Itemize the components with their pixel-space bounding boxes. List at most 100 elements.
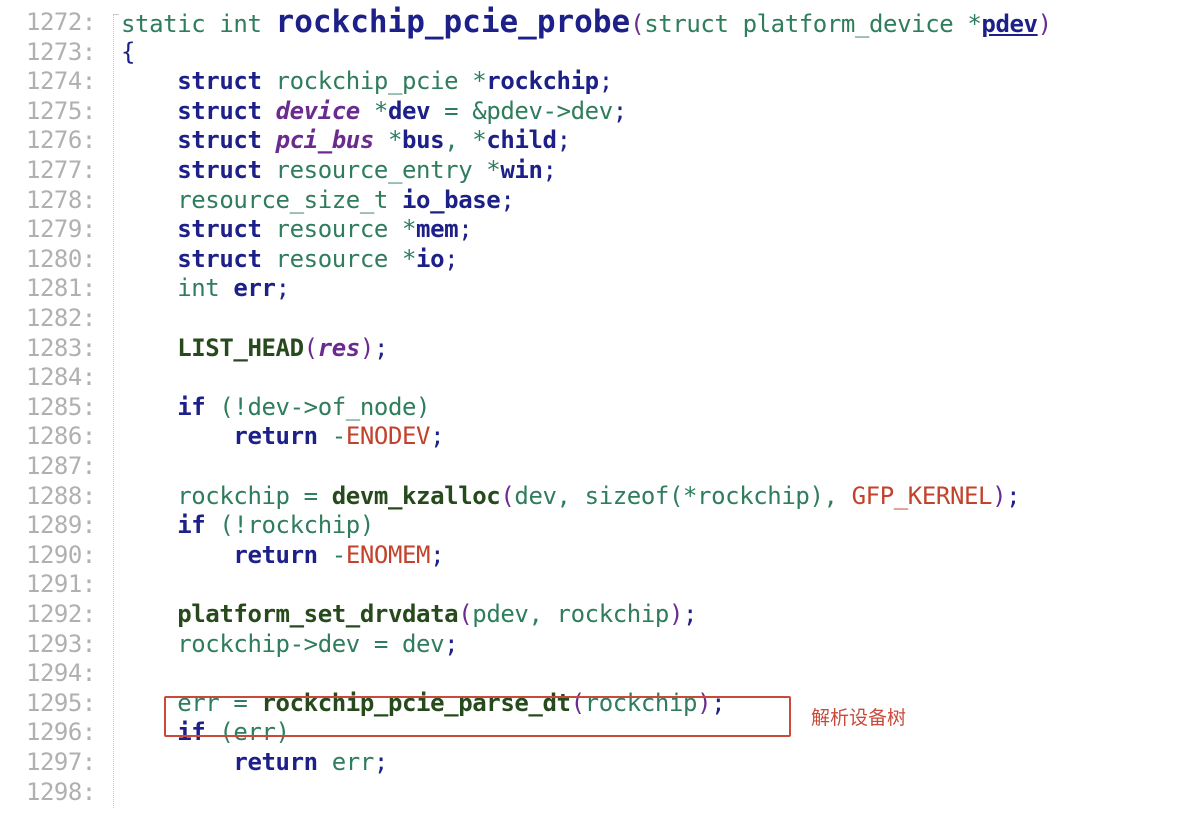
code-token: int [177,274,234,303]
line-number: 1279: [26,215,96,244]
code-token: { [121,37,136,66]
code-token: ; [458,215,473,244]
code-token: dev [387,96,431,125]
code-token: io [416,244,445,273]
code-token: ( [458,600,473,628]
code-token: * [373,126,403,155]
line-number: 1288: [26,481,96,510]
code-text: LIST_HEAD(res); [121,334,388,364]
code-token: - [317,540,346,569]
line-number: 1290: [26,540,96,569]
code-token: , * [444,126,487,155]
code-token: struct [177,67,262,96]
line-number: 1297: [26,748,96,776]
code-token: device [275,96,361,125]
code-token: (!dev->of_node) [205,392,431,421]
code-token: rockchip = [177,481,332,510]
code-token: rockchip->dev = dev [177,629,445,658]
code-token: ENODEV [345,422,431,451]
code-token: ; [598,67,613,96]
code-token: pci_bus [275,126,375,155]
code-token: pdev [981,10,1038,38]
line-number: 1272: [26,8,96,36]
code-token: resource * [261,215,417,244]
code-token: ; [556,126,571,155]
code-token: = &pdev->dev [430,96,613,125]
line-number: 1293: [26,629,96,658]
code-token: win [500,156,543,184]
code-text: rockchip = devm_kzalloc(dev, sizeof(*roc… [121,482,1020,512]
code-text: struct resource *io; [121,245,458,275]
line-number: 1285: [26,392,96,421]
code-token: ( [630,10,645,38]
line-number: 1280: [26,244,96,273]
code-token: ; [542,156,557,184]
code-text: if (!rockchip) [121,511,374,541]
line-number: 1283: [26,333,96,362]
line-number: 1282: [26,304,96,332]
code-text: return err; [121,748,388,778]
line-number: 1286: [26,422,96,451]
code-token: bus [402,126,445,155]
code-token: struct [177,215,262,244]
fold-guide-tick [113,14,119,15]
code-token: resource * [261,244,417,273]
line-number: 1273: [26,37,96,66]
code-token: ; [683,600,698,628]
annotation-note: 解析设备树 [811,707,907,729]
code-token: ; [430,540,445,569]
code-token: ; [373,333,388,362]
code-text: struct pci_bus *bus, *child; [121,126,571,156]
code-token: return [233,540,318,569]
code-token: return [233,422,318,451]
code-token: static int [121,10,276,38]
code-token: ; [430,422,445,451]
bottom-crop [0,808,1189,831]
code-editor: 1272: static int rockchip_pcie_probe(stru… [0,0,1189,831]
code-token: struct [177,126,262,155]
line-number: 1294: [26,659,96,688]
code-token: ) [668,600,684,628]
line-number: 1295: [26,688,96,717]
code-token: LIST_HEAD [177,333,304,362]
code-text: struct device *dev = &pdev->dev; [121,97,627,127]
code-text: if (!dev->of_node) [121,393,430,423]
code-token: pdev, rockchip [472,600,669,628]
code-token: if [177,392,206,421]
code-text: struct resource_entry *win; [121,156,557,186]
line-number: 1287: [26,452,96,480]
line-number: 1275: [26,96,96,125]
code-token: return [233,748,318,776]
code-token: ) [359,333,374,362]
code-text: static int rockchip_pcie_probe(struct pl… [121,7,1052,40]
line-number: 1296: [26,718,96,747]
code-token: * [359,96,388,125]
code-text: int err; [121,274,290,304]
highlight-box [164,696,791,737]
code-token: ENOMEM [345,540,431,569]
line-number: 1277: [26,156,96,184]
code-token: res [317,333,361,362]
code-token: ) [992,481,1007,510]
code-token: ; [612,96,627,125]
code-token: resource_entry * [261,156,501,184]
line-number: 1292: [26,600,96,628]
line-number: 1284: [26,363,96,392]
fold-guide [113,14,114,810]
